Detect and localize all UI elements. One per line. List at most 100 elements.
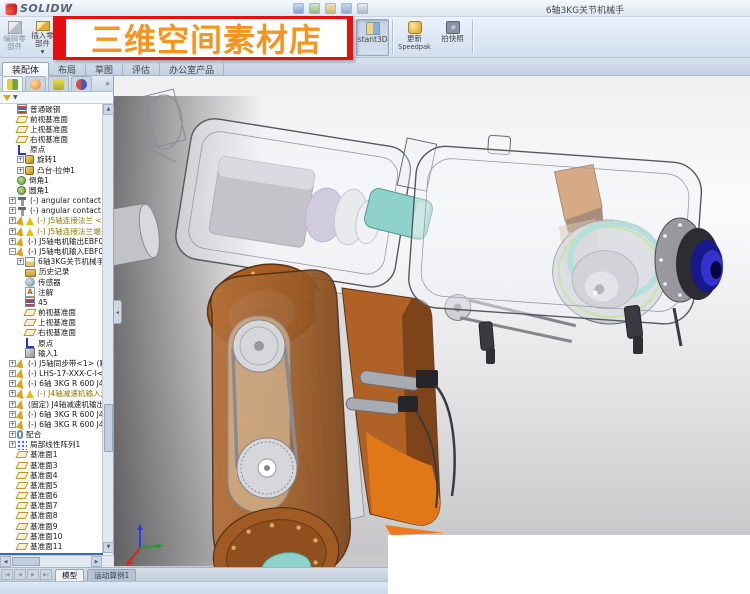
feather-icon: [15, 409, 27, 420]
panel-collapse-handle[interactable]: ◂: [114, 300, 122, 324]
tree-item[interactable]: 上视基准面: [0, 124, 103, 134]
new-icon[interactable]: [293, 3, 304, 14]
tree-item-label: 基准面3: [30, 460, 58, 470]
tree-item[interactable]: + (-) angular contact ball b: [0, 195, 103, 206]
expand-toggle[interactable]: +: [9, 441, 16, 449]
tree-item-label: 基准面11: [30, 541, 63, 551]
save-icon[interactable]: [325, 3, 336, 14]
tree-item[interactable]: + 旋转1: [0, 155, 103, 165]
tree-item-label: (-) J5轴电机输出EBF02-S:: [28, 236, 103, 246]
plane-icon: [15, 481, 29, 489]
tree-item[interactable]: 右视基准面: [0, 135, 103, 145]
undo-icon[interactable]: [357, 3, 368, 14]
vertical-scroll-thumb[interactable]: [104, 404, 113, 452]
quick-access-toolbar[interactable]: [293, 3, 368, 14]
tree-item[interactable]: 前视基准面: [0, 307, 103, 317]
tree-horizontal-scrollbar[interactable]: ◀ ▶: [0, 555, 114, 567]
propertymanager-icon: [30, 78, 41, 90]
tree-item[interactable]: + 局部线性阵列1: [0, 439, 103, 450]
scroll-right-icon[interactable]: ▶: [91, 556, 102, 567]
tree-filter-row[interactable]: ▼: [0, 92, 113, 104]
tree-item[interactable]: +6轴3KG关节机械手 中: [0, 256, 103, 267]
panel-tab-configurationmanager[interactable]: [48, 76, 69, 91]
tree-vertical-scrollbar[interactable]: ▲ ▼: [102, 104, 114, 553]
tree-item[interactable]: 传感器: [0, 277, 103, 287]
tree-item[interactable]: + (-) 6轴 3KG R 600 J4轴: [0, 419, 103, 430]
tree-item[interactable]: 历史记录: [0, 267, 103, 277]
tree-item[interactable]: 基准面4: [0, 470, 103, 480]
tree-item[interactable]: +(-) J5轴电机输出EBF02-S:: [0, 236, 103, 247]
filter-dropdown-icon[interactable]: ▼: [13, 94, 18, 101]
tree-item[interactable]: +(-) J5轴连接法兰端盖 <: [0, 226, 103, 237]
scroll-down-icon[interactable]: ▼: [103, 542, 114, 553]
tree-item[interactable]: 基准面10: [0, 531, 103, 541]
horizontal-scroll-thumb[interactable]: [12, 557, 40, 566]
tree-item-label: 凸台-拉伸1: [37, 165, 75, 175]
tree-item[interactable]: 注解: [0, 287, 103, 298]
bottom-tab-motion-study[interactable]: 运动算例1: [87, 568, 137, 581]
tree-item[interactable]: + (-) 6轴 3KG R 600 J4轴: [0, 409, 103, 420]
panel-tab-propertymanager[interactable]: [25, 76, 46, 91]
instant3d-button[interactable]: Instant3D: [356, 19, 389, 56]
expand-toggle[interactable]: +: [9, 207, 16, 215]
update-speedpak-button[interactable]: 更新 Speedpak: [395, 19, 434, 56]
tree-item-label: 旋转1: [37, 155, 58, 165]
tree-item[interactable]: +(-) J5轴连接法兰 <1> (: [0, 215, 103, 227]
open-icon[interactable]: [309, 3, 320, 14]
tree-item-label: 输入1: [38, 348, 59, 358]
expand-toggle[interactable]: +: [17, 258, 24, 266]
tree-item[interactable]: + 配合: [0, 430, 103, 440]
tree-item[interactable]: 基准面9: [0, 521, 103, 531]
tree-item[interactable]: 基准面11: [0, 541, 103, 551]
tab-nav-button[interactable]: ◀: [14, 569, 26, 580]
tree-item[interactable]: 原点: [0, 338, 103, 349]
edit-component-button[interactable]: 编辑零 部件: [1, 19, 28, 56]
tree-item[interactable]: 右视基准面: [0, 328, 103, 338]
expand-toggle[interactable]: +: [17, 156, 24, 164]
insert-component-button[interactable]: 插入零 部件 ▾: [29, 19, 56, 56]
tree-item[interactable]: 基准面8: [0, 511, 103, 521]
tree-item[interactable]: +(-) J5轴同步带<1> (默认: [0, 358, 103, 369]
tree-item[interactable]: + 凸台-拉伸1: [0, 165, 103, 175]
tree-item[interactable]: 基准面3: [0, 460, 103, 470]
viewport-3d[interactable]: [94, 76, 750, 594]
feather-icon: [15, 398, 27, 410]
tree-item[interactable]: 倒角1: [0, 175, 103, 185]
scroll-up-icon[interactable]: ▲: [103, 104, 114, 115]
insert-component-dropdown[interactable]: ▾: [41, 48, 45, 56]
expand-toggle[interactable]: +: [9, 431, 16, 439]
feather-icon: [15, 226, 27, 237]
tree-item[interactable]: 基准面1: [0, 450, 103, 460]
tree-item[interactable]: + (-) 6轴 3KG R 600 J4轴: [0, 378, 103, 389]
tree-item[interactable]: 前视基准面: [0, 114, 103, 124]
tree-item-label: (-) J5轴连接法兰端盖 <: [37, 226, 103, 236]
tree-item[interactable]: +(-) J4轴减速机输入连接: [0, 388, 103, 399]
tree-item[interactable]: 圆角1: [0, 185, 103, 195]
panel-tab-displaymanager[interactable]: [71, 76, 92, 91]
tree-item-label: 基准面8: [30, 511, 58, 521]
tree-item[interactable]: 基准面7: [0, 501, 103, 511]
tree-item[interactable]: 普通碳钢: [0, 104, 103, 115]
tree-item[interactable]: 基准面6: [0, 491, 103, 501]
tree-item[interactable]: 基准面5: [0, 480, 103, 490]
tree-item[interactable]: 上视基准面: [0, 318, 103, 328]
tree-item[interactable]: −(-) J5轴电机输入EBF02-S:: [0, 246, 103, 257]
take-snapshot-button[interactable]: 拍快照: [436, 19, 469, 56]
expand-toggle[interactable]: +: [9, 197, 16, 205]
tree-item[interactable]: 输入1: [0, 348, 103, 359]
expand-toggle[interactable]: +: [17, 166, 24, 174]
tree-item[interactable]: + (-) angular contact ball b: [0, 205, 103, 216]
insert-component-icon: [35, 21, 50, 31]
tree-item[interactable]: 原点: [0, 144, 103, 155]
tab-nav-button[interactable]: |◀: [1, 569, 13, 580]
scroll-left-icon[interactable]: ◀: [0, 556, 11, 567]
tree-item[interactable]: +(固定) J4轴减速机输出法兰: [0, 398, 103, 410]
panel-tab-featuremanager[interactable]: [2, 76, 23, 91]
tree-item[interactable]: 45: [0, 297, 103, 308]
tab-nav-button[interactable]: ▶: [27, 569, 39, 580]
tree-item[interactable]: +(-) LHS-17-XXX-C-I<6>: [0, 368, 103, 379]
print-icon[interactable]: [341, 3, 352, 14]
bottom-tab-model[interactable]: 模型: [55, 568, 85, 581]
tab-nav-button[interactable]: ▶|: [40, 569, 52, 580]
panel-chevron-icon[interactable]: »: [105, 79, 110, 88]
